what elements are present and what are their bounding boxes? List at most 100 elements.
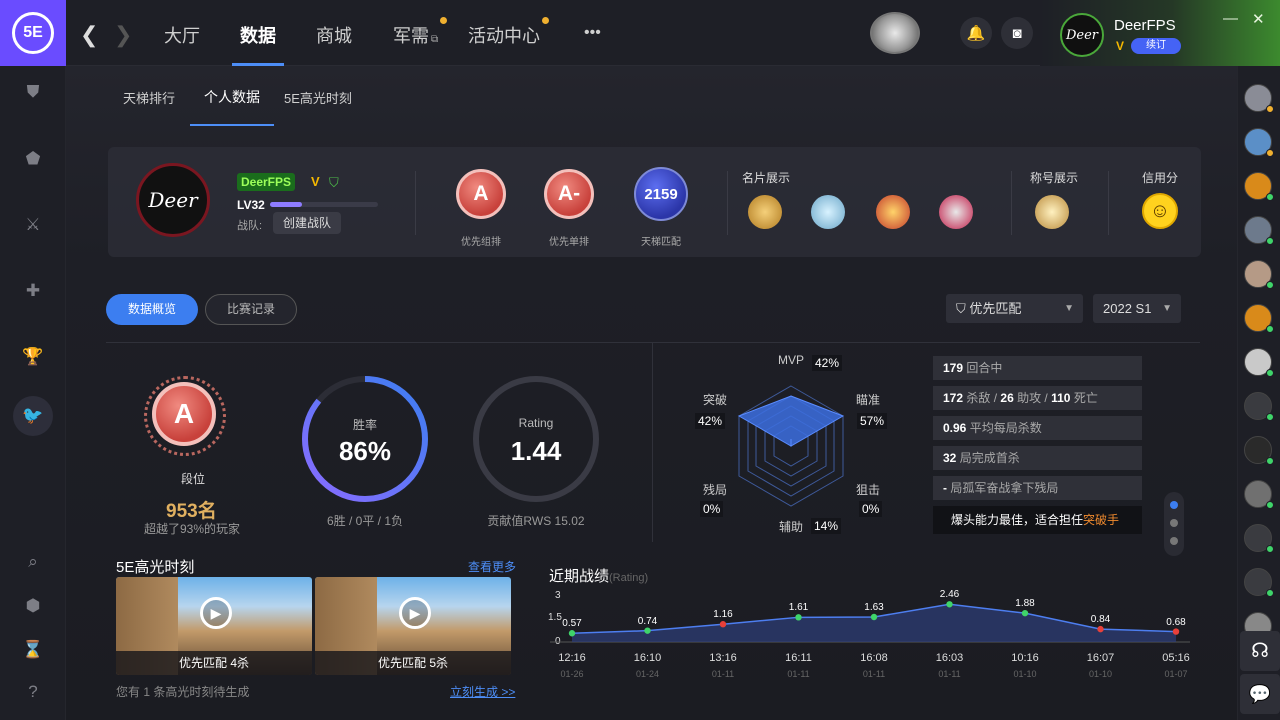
medal-icon[interactable] — [811, 195, 845, 229]
page-dot[interactable] — [1170, 501, 1178, 509]
highlights-more-link[interactable]: 查看更多 — [468, 558, 516, 575]
chart-value-label: 1.61 — [788, 602, 809, 614]
more-menu-icon[interactable]: ••• — [584, 24, 601, 42]
page-dot[interactable] — [1170, 519, 1178, 527]
puzzle-icon[interactable]: ✚ — [20, 278, 46, 304]
rank-badge-solo[interactable]: A- — [544, 169, 594, 219]
minimize-button[interactable]: — — [1223, 10, 1238, 27]
trophy-icon[interactable]: 🏆 — [20, 344, 46, 370]
rank-badge-group[interactable]: A — [456, 169, 506, 219]
credit-smile-icon[interactable]: ☺ — [1142, 193, 1178, 229]
divider — [1011, 171, 1012, 235]
subtab-highlights[interactable]: 5E高光时刻 — [284, 88, 352, 107]
helmet-icon[interactable]: ⬟ — [20, 146, 46, 172]
stat-text: 局完成首杀 — [959, 451, 1020, 465]
play-icon[interactable]: ▶ — [399, 597, 431, 629]
chart-point[interactable] — [870, 613, 878, 621]
shield-icon[interactable]: ⛊ — [20, 79, 46, 105]
friend-avatar[interactable] — [1244, 480, 1274, 509]
chart-point[interactable] — [946, 601, 953, 608]
chart-x-date: 01-10 — [1013, 669, 1037, 679]
tab-store[interactable]: 商城 — [316, 22, 352, 48]
match-records-tab[interactable]: 比赛记录 — [205, 294, 297, 325]
player-name-tag: DeerFPS — [237, 173, 296, 191]
create-team-button[interactable]: 创建战队 — [273, 212, 341, 234]
highlight-clip[interactable]: ▶ 优先匹配 5杀 — [315, 577, 511, 675]
bag-icon[interactable]: ◙ — [1001, 17, 1033, 49]
app-logo[interactable]: 5E — [0, 0, 66, 66]
username[interactable]: DeerFPS — [1114, 17, 1176, 34]
friend-avatar[interactable] — [1244, 304, 1274, 333]
rank-label-group: 优先组排 — [461, 237, 501, 248]
chart-value-label: 0.57 — [562, 618, 582, 630]
chart-value-label: 1.63 — [864, 602, 884, 613]
ladder-score-badge[interactable]: 2159 — [634, 167, 688, 221]
help-icon[interactable]: ? — [20, 679, 46, 705]
tab-events[interactable]: 活动中心 — [468, 17, 549, 48]
chart-x-date: 01-11 — [711, 669, 735, 679]
chart-x-tick: 16:03 — [935, 652, 964, 664]
subtab-personal-data[interactable]: 个人数据 — [204, 87, 260, 107]
chat-icon[interactable]: 💬 — [1240, 674, 1280, 714]
friend-avatar[interactable] — [1244, 260, 1274, 289]
play-icon[interactable]: ▶ — [200, 597, 232, 629]
chart-point[interactable] — [1172, 628, 1180, 635]
friend-avatar[interactable] — [1244, 84, 1274, 113]
medal-icon[interactable] — [939, 195, 973, 229]
chart-point[interactable] — [644, 627, 651, 634]
mode-select[interactable]: ⛉ 优先匹配 ▼ — [946, 294, 1083, 323]
swords-icon[interactable]: ⚔ — [20, 212, 46, 238]
win-draw-loss: 6胜 / 0平 / 1负 — [326, 514, 404, 528]
generate-now-link[interactable]: 立刻生成 >> — [450, 683, 515, 700]
season-select[interactable]: 2022 S1 ▼ — [1093, 294, 1181, 323]
chart-point[interactable] — [1021, 609, 1029, 617]
friend-avatar[interactable] — [1244, 172, 1274, 201]
chart-value-label: 0.74 — [637, 615, 658, 627]
rank-emblem-icon[interactable] — [870, 12, 920, 54]
tab-lobby[interactable]: 大厅 — [164, 22, 200, 48]
stat-num: 32 — [943, 451, 957, 465]
overview-tab[interactable]: 数据概览 — [106, 294, 198, 325]
forward-arrow-icon[interactable]: ❯ — [114, 22, 132, 48]
chart-point[interactable] — [719, 621, 727, 628]
friend-avatar[interactable] — [1244, 436, 1274, 465]
cube-icon[interactable]: ⬢ — [20, 593, 46, 619]
friend-avatar[interactable] — [1244, 128, 1274, 157]
hourglass-icon[interactable]: ⌛ — [20, 637, 46, 663]
close-button[interactable]: ✕ — [1252, 10, 1265, 28]
bell-icon[interactable]: 🔔 — [960, 17, 992, 49]
chart-x-date: 01-07 — [1164, 669, 1188, 679]
friend-avatar[interactable] — [1244, 392, 1274, 421]
title-badge-icon[interactable] — [1035, 195, 1069, 229]
stat-num: 110 — [1051, 391, 1071, 405]
friend-avatar[interactable] — [1244, 568, 1274, 597]
profile-avatar[interactable]: Deer — [136, 163, 210, 237]
chart-x-tick: 13:16 — [709, 652, 737, 664]
back-arrow-icon[interactable]: ❮ — [80, 22, 98, 48]
page-dot[interactable] — [1170, 537, 1178, 545]
radar-label-aim: 瞄准 — [856, 393, 881, 407]
support-icon[interactable]: ☊ — [1240, 631, 1280, 671]
chart-point[interactable] — [568, 630, 576, 637]
chart-point[interactable] — [1097, 625, 1104, 633]
highlight-clip[interactable]: ▶ 优先匹配 4杀 — [116, 577, 312, 675]
friend-avatar[interactable] — [1244, 216, 1274, 245]
stat-summary-text: 爆头能力最佳，适合担任 — [951, 513, 1084, 527]
top-bar: 5E ❮ ❯ 大厅 数据 商城 军需 ⧉ 活动中心 ••• 🔔 ◙ Deer De… — [0, 0, 1280, 66]
medal-icon[interactable] — [876, 195, 910, 229]
tab-data[interactable]: 数据 — [240, 22, 276, 48]
subtab-ladder[interactable]: 天梯排行 — [123, 88, 175, 107]
stat-avg-kills: 0.96 平均每局杀数 — [933, 416, 1142, 440]
search-icon[interactable]: ⌕ — [20, 549, 46, 575]
stat-text: 死亡 — [1073, 391, 1098, 405]
renew-button[interactable]: 续订 — [1131, 38, 1181, 54]
medal-icon[interactable] — [748, 195, 782, 229]
friend-avatar[interactable] — [1244, 524, 1274, 553]
tab-supplies[interactable]: 军需 ⧉ — [393, 17, 448, 48]
page-dots[interactable] — [1164, 492, 1184, 556]
level-label: LV32 — [237, 198, 265, 212]
chart-point[interactable] — [795, 614, 802, 621]
bird-icon[interactable]: 🐦 — [13, 396, 53, 436]
friend-avatar[interactable] — [1244, 348, 1274, 377]
user-avatar[interactable]: Deer — [1060, 13, 1104, 57]
